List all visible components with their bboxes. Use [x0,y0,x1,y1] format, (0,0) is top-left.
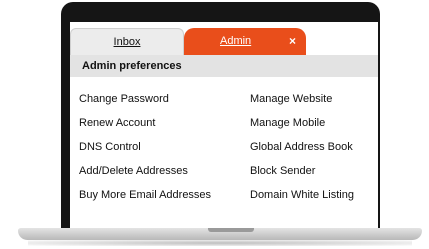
link-add-delete-addresses[interactable]: Add/Delete Addresses [79,165,211,189]
link-manage-mobile[interactable]: Manage Mobile [250,117,354,141]
laptop-shadow [28,240,412,246]
tab-inbox[interactable]: Inbox [70,28,184,55]
link-buy-more-email-addresses[interactable]: Buy More Email Addresses [79,189,211,213]
right-link-column: Manage Website Manage Mobile Global Addr… [250,93,354,213]
laptop-notch [208,228,254,232]
link-manage-website[interactable]: Manage Website [250,93,354,117]
link-change-password[interactable]: Change Password [79,93,211,117]
tab-bar: Inbox Admin × [70,22,378,55]
tab-admin[interactable]: Admin × [184,28,306,55]
laptop-base [18,228,422,240]
tab-admin-label: Admin [220,35,252,47]
section-title: Admin preferences [70,55,378,77]
link-domain-white-listing[interactable]: Domain White Listing [250,189,354,213]
left-link-column: Change Password Renew Account DNS Contro… [79,93,211,213]
screen: Inbox Admin × Admin preferences Change P… [70,22,378,228]
link-dns-control[interactable]: DNS Control [79,141,211,165]
link-renew-account[interactable]: Renew Account [79,117,211,141]
link-block-sender[interactable]: Block Sender [250,165,354,189]
close-icon[interactable]: × [289,34,296,48]
link-global-address-book[interactable]: Global Address Book [250,141,354,165]
